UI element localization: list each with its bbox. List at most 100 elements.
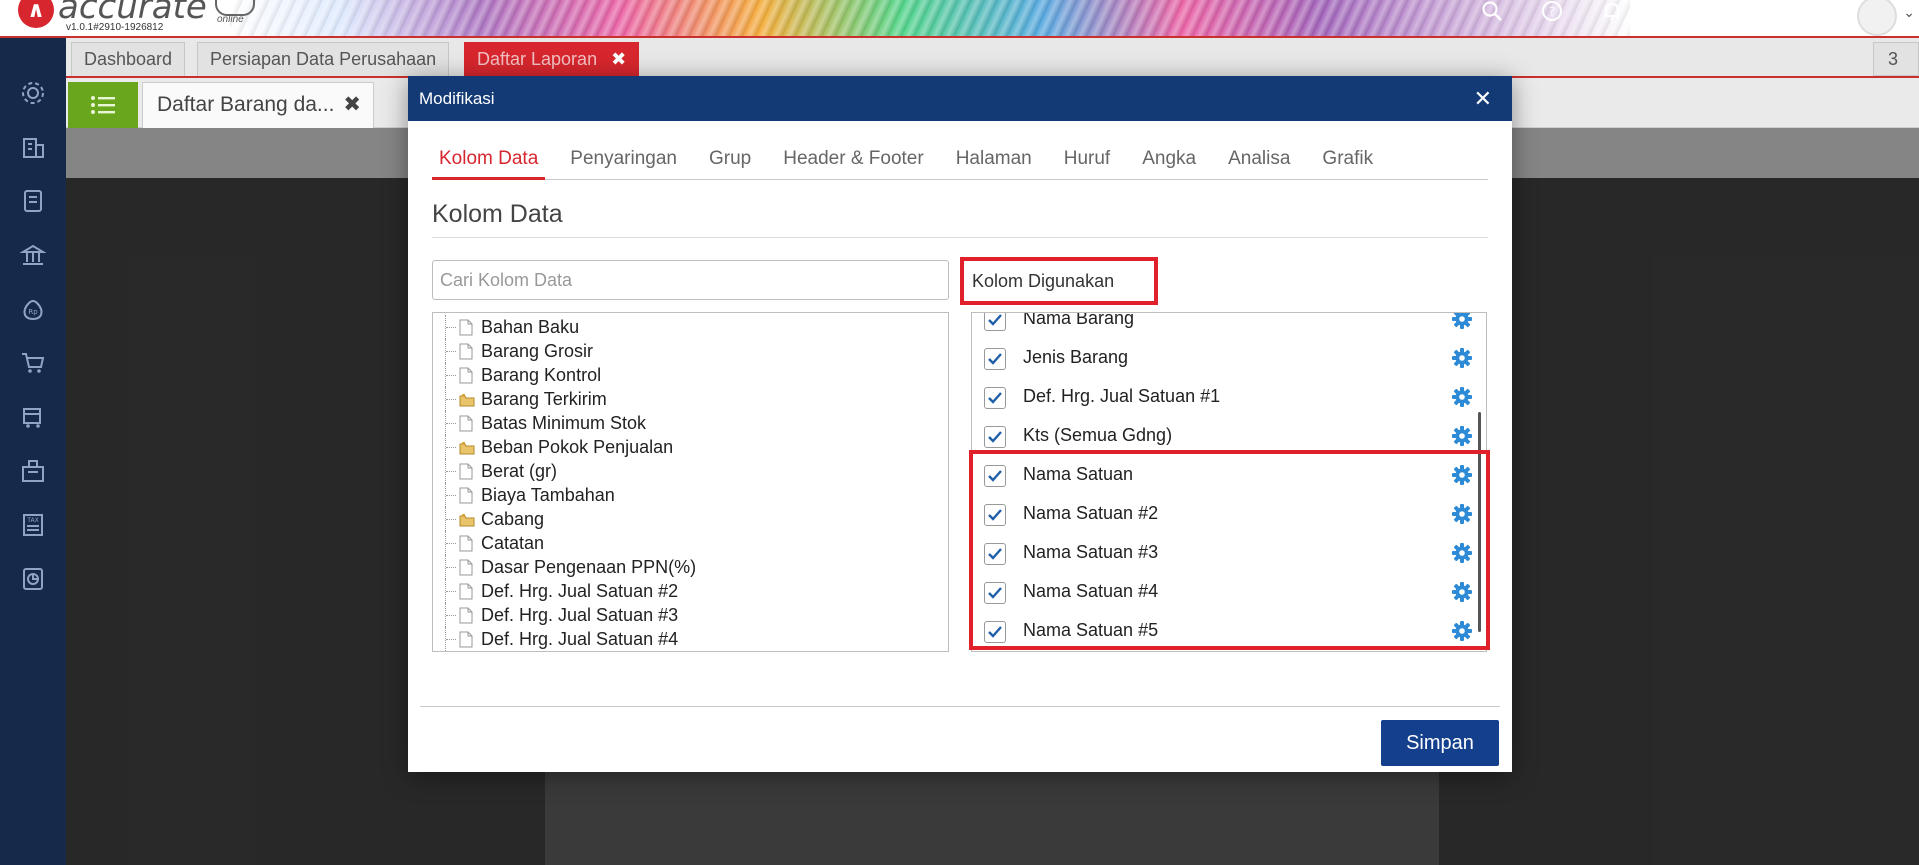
tab-grup[interactable]: Grup: [702, 138, 758, 180]
gear-icon[interactable]: [1451, 313, 1473, 330]
help-icon[interactable]: ?: [1540, 0, 1564, 24]
logo-mark-icon: ∧: [18, 0, 54, 28]
tree-item[interactable]: Barang Terkirim: [433, 387, 943, 411]
check-icon: [988, 392, 1002, 404]
folder-icon: [459, 390, 475, 407]
tab-daftar-barang[interactable]: Daftar Barang da... ✖: [142, 82, 374, 128]
section-title: Kolom Data: [432, 200, 563, 228]
gear-icon[interactable]: [1451, 347, 1473, 369]
tab-count[interactable]: 3: [1873, 42, 1919, 76]
svg-text:Rp: Rp: [28, 308, 38, 316]
tree-item[interactable]: Def. Hrg. Jual Satuan #2: [433, 579, 943, 603]
tree-item[interactable]: Barang Grosir: [433, 339, 943, 363]
save-button[interactable]: Simpan: [1381, 720, 1499, 766]
tree-item[interactable]: Batas Minimum Stok: [433, 411, 943, 435]
search-icon[interactable]: [1480, 0, 1504, 24]
list-icon: [91, 96, 115, 114]
bank-icon[interactable]: [18, 240, 48, 270]
close-icon[interactable]: ✖: [343, 83, 361, 127]
check-icon: [988, 314, 1002, 326]
list-menu-button[interactable]: [68, 82, 138, 128]
list-item: Def. Hrg. Jual Satuan #1: [972, 381, 1472, 413]
tab-header-footer[interactable]: Header & Footer: [776, 138, 930, 180]
search-input[interactable]: [432, 260, 949, 300]
logo-text: accurate: [58, 0, 207, 27]
dialog-tabs: Kolom Data Penyaringan Grup Header & Foo…: [432, 138, 1488, 180]
dialog-header: Modifikasi ✕: [408, 76, 1512, 121]
list-item: Jenis Barang: [972, 342, 1472, 374]
tree-item[interactable]: Barang Kontrol: [433, 363, 943, 387]
checkbox[interactable]: [984, 426, 1006, 448]
user-info[interactable]: July (Akira) - 2025 Michelle Ardianti: [1677, 0, 1839, 30]
cart-icon[interactable]: [18, 348, 48, 378]
top-header: ∧ accurate online v1.0.1#2910-1926812 ? …: [0, 0, 1919, 38]
gear-icon[interactable]: [18, 78, 48, 108]
svg-text:TAX: TAX: [26, 517, 38, 524]
close-icon[interactable]: ✖: [611, 49, 626, 69]
list-item: Kts (Semua Gdng): [972, 420, 1472, 452]
folder-icon: [459, 438, 475, 455]
available-columns-tree[interactable]: Bahan Baku Barang Grosir Barang Kontrol Bar…: [432, 312, 949, 652]
warehouse-icon[interactable]: [18, 456, 48, 486]
tab-grafik[interactable]: Grafik: [1315, 138, 1380, 180]
highlight-box: [969, 450, 1490, 650]
tab-persiapan-data[interactable]: Persiapan Data Perusahaan: [197, 42, 450, 76]
tab-huruf[interactable]: Huruf: [1057, 138, 1117, 180]
file-icon: [459, 606, 473, 624]
check-icon: [988, 431, 1002, 443]
gear-icon[interactable]: [1451, 386, 1473, 408]
sidebar: Rp TAX: [0, 38, 66, 865]
tree-item[interactable]: Cabang: [433, 507, 943, 531]
file-icon: [459, 630, 473, 648]
svg-text:?: ?: [1549, 5, 1555, 19]
modify-dialog: Modifikasi ✕ Kolom Data Penyaringan Grup…: [408, 76, 1512, 772]
list-item: Nama Barang: [972, 313, 1473, 335]
tree-item[interactable]: Beban Pokok Penjualan: [433, 435, 943, 459]
tree-item[interactable]: Dasar Pengenaan PPN(%): [433, 555, 943, 579]
dialog-title: Modifikasi: [419, 89, 495, 108]
tab-dashboard[interactable]: Dashboard: [71, 42, 186, 76]
tax-icon[interactable]: TAX: [18, 510, 48, 540]
ledger-icon[interactable]: [18, 186, 48, 216]
close-icon[interactable]: ✕: [1474, 76, 1492, 121]
file-icon: [459, 534, 473, 552]
tree-item[interactable]: Catatan: [433, 531, 943, 555]
user-name: Michelle Ardianti: [1744, 15, 1839, 30]
tree-item[interactable]: Def. Hrg. Jual Satuan #3: [433, 603, 943, 627]
bell-icon[interactable]: [1600, 0, 1624, 24]
file-icon: [459, 318, 473, 336]
version-label: v1.0.1#2910-1926812: [66, 22, 164, 33]
file-icon: [459, 462, 473, 480]
file-icon: [459, 582, 473, 600]
checkbox[interactable]: [984, 387, 1006, 409]
checkbox[interactable]: [984, 313, 1006, 331]
tab-daftar-laporan[interactable]: Daftar Laporan ✖: [464, 42, 640, 76]
tree-item[interactable]: Berat (gr): [433, 459, 943, 483]
tree-item[interactable]: Def. Hrg. Jual Satuan #4: [433, 627, 943, 651]
tab-halaman[interactable]: Halaman: [949, 138, 1039, 180]
folder-icon: [459, 510, 475, 527]
tree-item[interactable]: Biaya Tambahan: [433, 483, 943, 507]
file-icon: [459, 558, 473, 576]
file-icon: [459, 342, 473, 360]
avatar[interactable]: [1857, 0, 1897, 36]
file-icon: [459, 366, 473, 384]
checkbox[interactable]: [984, 348, 1006, 370]
logo-sub: online: [217, 14, 244, 25]
check-icon: [988, 353, 1002, 365]
report-icon[interactable]: [18, 564, 48, 594]
file-icon: [459, 486, 473, 504]
tree-item[interactable]: Bahan Baku: [433, 315, 943, 339]
tab-strip: Dashboard Persiapan Data Perusahaan Daft…: [66, 38, 1919, 78]
gear-icon[interactable]: [1451, 425, 1473, 447]
store-icon[interactable]: [18, 402, 48, 432]
tab-analisa[interactable]: Analisa: [1221, 138, 1297, 180]
money-bag-icon[interactable]: Rp: [18, 294, 48, 324]
building-icon[interactable]: [18, 132, 48, 162]
chevron-down-icon[interactable]: ⌄: [1903, 4, 1915, 21]
used-columns-label: Kolom Digunakan: [960, 257, 1158, 305]
tab-angka[interactable]: Angka: [1135, 138, 1203, 180]
tab-penyaringan[interactable]: Penyaringan: [563, 138, 684, 180]
tab-kolom-data[interactable]: Kolom Data: [432, 138, 546, 180]
file-icon: [459, 414, 473, 432]
